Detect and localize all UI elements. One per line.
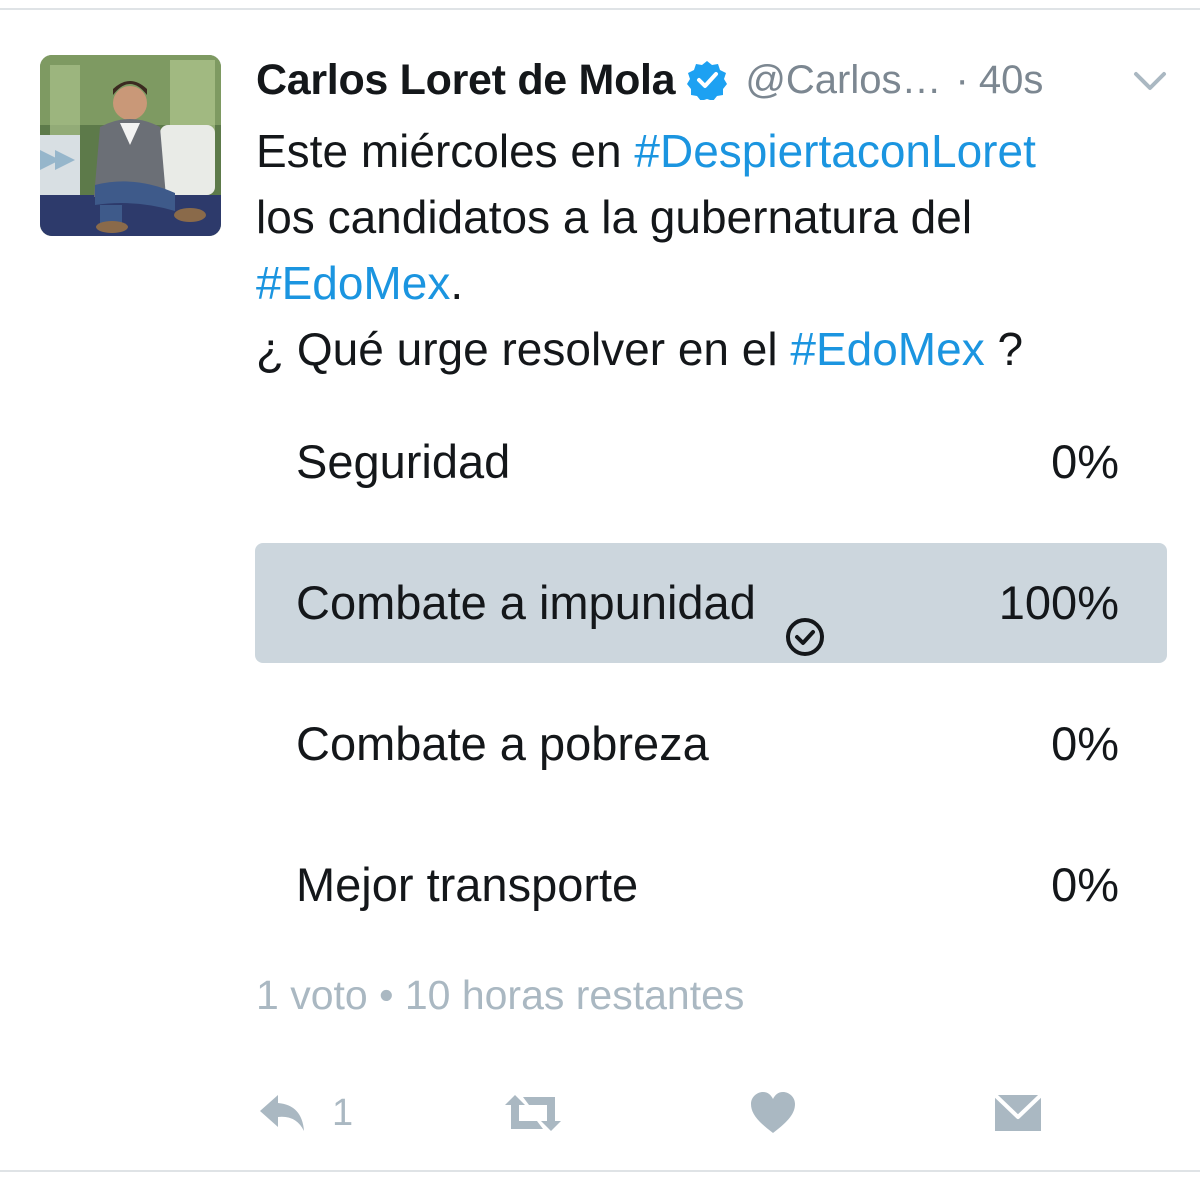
poll-option-percent: 0% (1051, 717, 1119, 770)
check-circle-icon (784, 582, 826, 656)
reply-button[interactable]: 1 (256, 1085, 353, 1141)
retweet-icon (501, 1091, 565, 1135)
tweet-text-line: ¿ Qué urge resolver en el #EdoMex ? (256, 316, 1156, 382)
bottom-divider (0, 1170, 1200, 1172)
user-handle[interactable]: @Carlos… (745, 58, 941, 103)
retweet-button[interactable] (501, 1085, 565, 1141)
reply-count: 1 (332, 1091, 354, 1134)
tweet-text-segment: . (450, 257, 464, 309)
tweet-text-line: Este miércoles en #DespiertaconLoret (256, 118, 1156, 184)
verified-badge-icon (687, 60, 728, 101)
header-separator: · (955, 57, 969, 102)
poll-option-label: Combate a pobreza (296, 684, 709, 804)
tweet-text-segment: los candidatos a la gubernatura del (256, 191, 973, 243)
poll-option: Combate a pobreza 0% (255, 684, 1167, 804)
tweet-timestamp[interactable]: 40s (979, 58, 1044, 103)
tweet-header: Carlos Loret de Mola @Carlos… · 40s (256, 52, 1043, 108)
chevron-down-icon[interactable] (1130, 66, 1170, 96)
poll-option-percent: 0% (1051, 435, 1119, 488)
hashtag-link[interactable]: #DespiertaconLoret (634, 125, 1035, 177)
poll-option-text: Seguridad (296, 435, 511, 488)
hashtag-link[interactable]: #EdoMex (790, 323, 984, 375)
avatar[interactable] (40, 55, 221, 236)
poll-option-label: Combate a impunidad (296, 543, 826, 663)
poll-option-label: Mejor transporte (296, 825, 638, 945)
poll-option-percent: 0% (1051, 858, 1119, 911)
poll-option-percent: 100% (998, 576, 1119, 629)
reply-icon (256, 1091, 308, 1135)
tweet-text-segment: ¿ Qué urge resolver en el (256, 323, 791, 375)
tweet-text-line: #EdoMex. (256, 250, 1156, 316)
like-button[interactable] (749, 1085, 797, 1141)
hashtag-link[interactable]: #EdoMex (256, 257, 450, 309)
avatar-photo (40, 55, 221, 236)
tweet-text: Este miércoles en #DespiertaconLoret los … (256, 118, 1156, 382)
tweet-text-line: los candidatos a la gubernatura del (256, 184, 1156, 250)
tweet-text-segment: Este miércoles en (256, 125, 635, 177)
poll-option-text: Combate a impunidad (296, 576, 756, 629)
poll: Seguridad 0% Combate a impunidad 100% Combat… (255, 402, 1167, 966)
direct-message-button[interactable] (993, 1085, 1043, 1141)
poll-option-text: Mejor transporte (296, 858, 639, 911)
envelope-icon (993, 1091, 1043, 1135)
poll-option-text: Combate a pobreza (296, 717, 709, 770)
poll-option: Combate a impunidad 100% (255, 543, 1167, 663)
poll-option-label: Seguridad (296, 402, 510, 522)
tweet-actions: 1 (256, 1085, 1056, 1141)
display-name[interactable]: Carlos Loret de Mola (256, 56, 676, 105)
heart-icon (749, 1091, 797, 1135)
poll-option: Seguridad 0% (255, 402, 1167, 522)
poll-option: Mejor transporte 0% (255, 825, 1167, 945)
top-divider (0, 8, 1200, 10)
poll-meta: 1 voto • 10 horas restantes (256, 972, 745, 1018)
tweet-text-segment: ? (984, 323, 1024, 375)
